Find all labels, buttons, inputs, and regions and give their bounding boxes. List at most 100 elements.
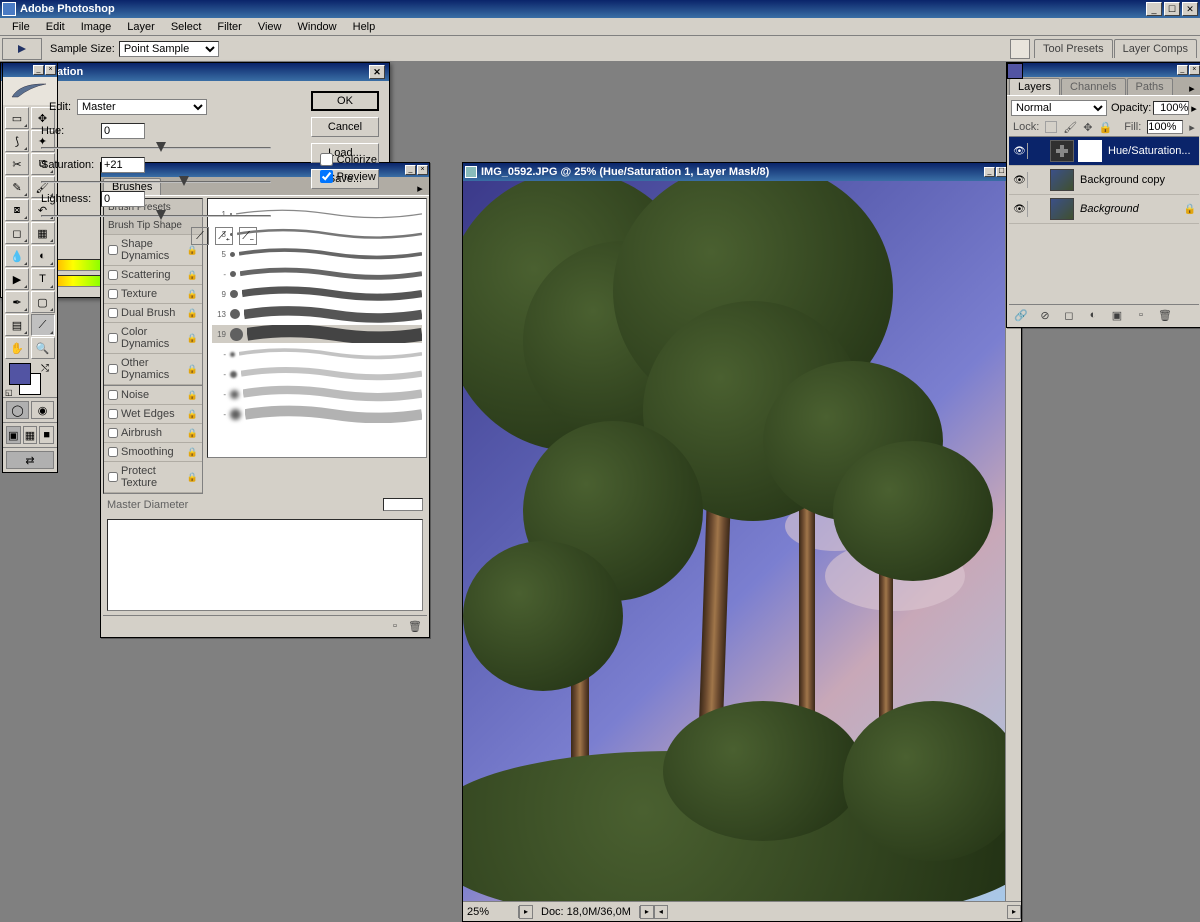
brushes-menu-icon[interactable]: ▸ bbox=[413, 180, 427, 195]
blend-mode-select[interactable]: Normal bbox=[1011, 100, 1107, 116]
screen-standard-icon[interactable]: ▣ bbox=[6, 426, 21, 444]
menu-file[interactable]: File bbox=[4, 19, 38, 35]
eyedropper-subtract-icon[interactable]: ⟋₋ bbox=[239, 227, 257, 245]
type-tool[interactable]: T bbox=[31, 268, 55, 290]
menu-edit[interactable]: Edit bbox=[38, 19, 73, 35]
layers-minimize[interactable]: _ bbox=[1177, 65, 1188, 75]
opacity-input[interactable] bbox=[1153, 101, 1189, 115]
path-select-tool[interactable]: ▶ bbox=[5, 268, 29, 290]
brush-other-dynamics[interactable]: Other Dynamics🔒 bbox=[104, 354, 202, 385]
info-menu-icon[interactable]: ▸ bbox=[640, 905, 654, 919]
hue-input[interactable] bbox=[101, 123, 145, 139]
screen-fullmenu-icon[interactable]: ▦ bbox=[23, 426, 38, 444]
pen-tool[interactable]: ✒ bbox=[5, 291, 29, 313]
brush-protect-texture[interactable]: Protect Texture🔒 bbox=[104, 462, 202, 493]
layer-mask-icon[interactable]: ◻ bbox=[1061, 308, 1077, 322]
lock-position-icon[interactable]: ✥ bbox=[1083, 121, 1092, 134]
menu-window[interactable]: Window bbox=[290, 19, 345, 35]
brush-wet-edges[interactable]: Wet Edges🔒 bbox=[104, 405, 202, 424]
status-menu-icon[interactable]: ▸ bbox=[519, 905, 533, 919]
jump-to-imageready-icon[interactable]: ⇄ bbox=[6, 451, 54, 469]
tab-tool-presets[interactable]: Tool Presets bbox=[1034, 39, 1113, 58]
layer-style-icon[interactable]: ⊘ bbox=[1037, 308, 1053, 322]
lock-all-icon[interactable]: 🔒 bbox=[1098, 121, 1112, 134]
eyedropper-icon[interactable]: ⟋ bbox=[191, 227, 209, 245]
layer-thumbnail[interactable] bbox=[1050, 198, 1074, 220]
brushes-minimize[interactable]: _ bbox=[405, 165, 416, 175]
eyedropper-add-icon[interactable]: ⟋₊ bbox=[215, 227, 233, 245]
link-layers-icon[interactable]: 🔗 bbox=[1013, 308, 1029, 322]
layer-hue-saturation[interactable]: Hue/Saturation... bbox=[1009, 137, 1199, 166]
layers-menu-icon[interactable]: ▸ bbox=[1185, 80, 1199, 95]
brushes-close[interactable]: × bbox=[417, 165, 428, 175]
visibility-icon[interactable] bbox=[1012, 201, 1028, 217]
layer-thumbnail[interactable] bbox=[1050, 169, 1074, 191]
tab-layer-comps[interactable]: Layer Comps bbox=[1114, 39, 1197, 58]
adjustment-layer-icon[interactable]: ◐ bbox=[1085, 308, 1101, 322]
saturation-input[interactable] bbox=[101, 157, 145, 173]
color-fg-swatch[interactable] bbox=[1007, 63, 1023, 79]
notes-tool[interactable]: ▤ bbox=[5, 314, 29, 336]
minimize-button[interactable]: _ bbox=[1146, 2, 1162, 16]
menu-layer[interactable]: Layer bbox=[119, 19, 163, 35]
maximize-button[interactable]: ☐ bbox=[1164, 2, 1180, 16]
default-colors-icon[interactable]: ◱ bbox=[5, 388, 13, 397]
menu-help[interactable]: Help bbox=[345, 19, 384, 35]
lightness-input[interactable] bbox=[101, 191, 145, 207]
tab-layers[interactable]: Layers bbox=[1009, 78, 1060, 95]
standard-mode-icon[interactable]: ◯ bbox=[6, 401, 29, 419]
menu-view[interactable]: View bbox=[250, 19, 290, 35]
hand-tool[interactable]: ✋ bbox=[5, 337, 29, 359]
swap-colors-icon[interactable]: ⤭ bbox=[41, 363, 49, 374]
visibility-icon[interactable] bbox=[1012, 172, 1028, 188]
close-button[interactable]: ✕ bbox=[1182, 2, 1198, 16]
dialog-close-button[interactable]: ✕ bbox=[369, 65, 385, 79]
brush-airbrush[interactable]: Airbrush🔒 bbox=[104, 424, 202, 443]
toolbox-close[interactable]: × bbox=[45, 65, 56, 75]
zoom-tool[interactable]: 🔍 bbox=[31, 337, 55, 359]
brush-color-dynamics[interactable]: Color Dynamics🔒 bbox=[104, 323, 202, 354]
layers-close[interactable]: × bbox=[1189, 65, 1200, 75]
saturation-slider[interactable] bbox=[41, 181, 271, 183]
brush-scattering[interactable]: Scattering🔒 bbox=[104, 266, 202, 285]
lock-transparency-icon[interactable] bbox=[1045, 121, 1057, 133]
menu-select[interactable]: Select bbox=[163, 19, 210, 35]
menu-filter[interactable]: Filter bbox=[209, 19, 249, 35]
preview-checkbox[interactable]: Preview bbox=[320, 170, 377, 183]
shape-tool[interactable]: ▢ bbox=[31, 291, 55, 313]
lightness-slider[interactable] bbox=[41, 215, 271, 217]
menu-image[interactable]: Image bbox=[73, 19, 120, 35]
quickmask-mode-icon[interactable]: ◉ bbox=[31, 401, 54, 419]
cancel-button[interactable]: Cancel bbox=[311, 117, 379, 137]
active-tool-eyedropper-icon[interactable] bbox=[2, 38, 42, 60]
new-layer-icon[interactable]: ▫ bbox=[1133, 308, 1149, 322]
delete-layer-icon[interactable]: 🗑 bbox=[1157, 308, 1173, 322]
sample-size-select[interactable]: Point Sample bbox=[119, 41, 219, 57]
toolbox-minimize[interactable]: _ bbox=[33, 65, 44, 75]
new-group-icon[interactable]: ▣ bbox=[1109, 308, 1125, 322]
master-diameter-input[interactable] bbox=[383, 498, 423, 511]
lock-paint-icon[interactable]: 🖌 bbox=[1063, 121, 1077, 134]
horizontal-scrollbar[interactable]: ◂▸ bbox=[654, 905, 1021, 919]
palette-well-icon[interactable] bbox=[1010, 39, 1030, 59]
screen-full-icon[interactable]: ■ bbox=[39, 426, 54, 444]
ok-button[interactable]: OK bbox=[311, 91, 379, 111]
foreground-color[interactable] bbox=[9, 363, 31, 385]
canvas[interactable] bbox=[463, 181, 1005, 901]
hue-slider[interactable] bbox=[41, 147, 271, 149]
edit-select[interactable]: Master bbox=[77, 99, 207, 115]
trash-icon[interactable]: 🗑 bbox=[407, 618, 423, 634]
layer-mask-thumbnail[interactable] bbox=[1078, 140, 1102, 162]
tab-paths[interactable]: Paths bbox=[1127, 78, 1173, 95]
doc-minimize[interactable]: _ bbox=[984, 167, 995, 177]
layer-background[interactable]: Background 🔒 bbox=[1009, 195, 1199, 224]
eyedropper-tool[interactable]: ⟋ bbox=[31, 314, 55, 336]
new-brush-icon[interactable]: ▫ bbox=[387, 618, 403, 634]
brush-dual-brush[interactable]: Dual Brush🔒 bbox=[104, 304, 202, 323]
zoom-field[interactable]: 25% bbox=[463, 906, 519, 918]
colorize-checkbox[interactable]: Colorize bbox=[320, 153, 377, 166]
tab-channels[interactable]: Channels bbox=[1061, 78, 1125, 95]
brush-smoothing[interactable]: Smoothing🔒 bbox=[104, 443, 202, 462]
layer-background-copy[interactable]: Background copy bbox=[1009, 166, 1199, 195]
fill-input[interactable] bbox=[1147, 120, 1183, 134]
